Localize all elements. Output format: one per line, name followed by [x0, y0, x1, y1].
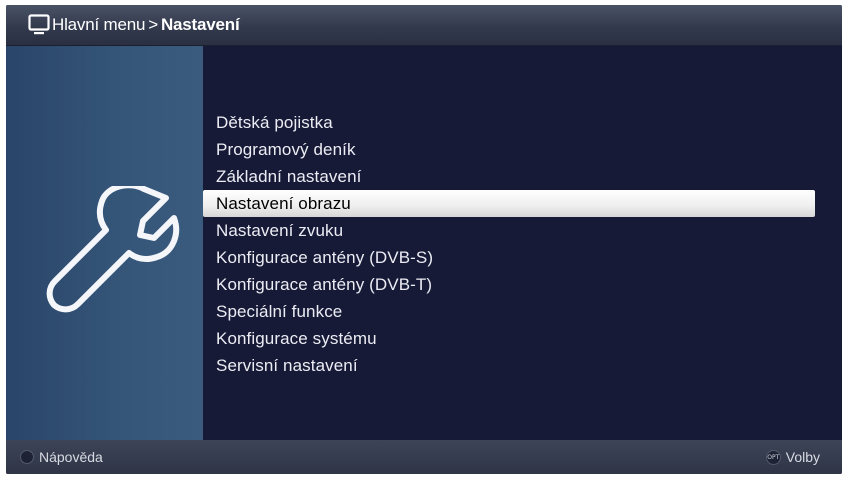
menu-item-nastaveni-obrazu[interactable]: Nastavení obrazu [203, 190, 815, 217]
options-label: Volby [785, 449, 820, 465]
help-key-icon [20, 450, 34, 464]
tv-icon [28, 14, 50, 41]
menu-item-konfigurace-anteny-dvb-s[interactable]: Konfigurace antény (DVB-S) [203, 244, 842, 271]
category-panel [6, 46, 203, 440]
menu-item-servisni-nastaveni[interactable]: Servisní nastavení [203, 352, 842, 379]
menu-item-zakladni-nastaveni[interactable]: Základní nastavení [203, 163, 842, 190]
tv-menu-screen: Hlavní menu > Nastavení Dětská pojistka Pr… [6, 5, 842, 474]
menu-item-programovy-denik[interactable]: Programový deník [203, 136, 842, 163]
menu-item-konfigurace-systemu[interactable]: Konfigurace systému [203, 325, 842, 352]
menu-item-detska-pojistka[interactable]: Dětská pojistka [203, 109, 842, 136]
menu-item-specialni-funkce[interactable]: Speciální funkce [203, 298, 842, 325]
menu-item-nastaveni-zvuku[interactable]: Nastavení zvuku [203, 217, 842, 244]
settings-menu: Dětská pojistka Programový deník Základn… [203, 46, 842, 440]
options-key-icon: OPT [765, 449, 781, 465]
header-bar: Hlavní menu > Nastavení [6, 5, 842, 46]
options-button[interactable]: OPT Volby [765, 449, 820, 465]
settings-menu-list: Dětská pojistka Programový deník Základn… [203, 109, 842, 379]
footer-bar: Nápověda OPT Volby [6, 440, 842, 474]
breadcrumb: Hlavní menu > Nastavení [52, 15, 240, 35]
breadcrumb-current: Nastavení [160, 15, 240, 34]
help-label: Nápověda [39, 449, 103, 465]
breadcrumb-separator: > [148, 15, 158, 34]
menu-item-konfigurace-anteny-dvb-t[interactable]: Konfigurace antény (DVB-T) [203, 271, 842, 298]
wrench-icon [40, 182, 180, 321]
help-button[interactable]: Nápověda [20, 449, 103, 465]
breadcrumb-root: Hlavní menu [52, 15, 146, 34]
